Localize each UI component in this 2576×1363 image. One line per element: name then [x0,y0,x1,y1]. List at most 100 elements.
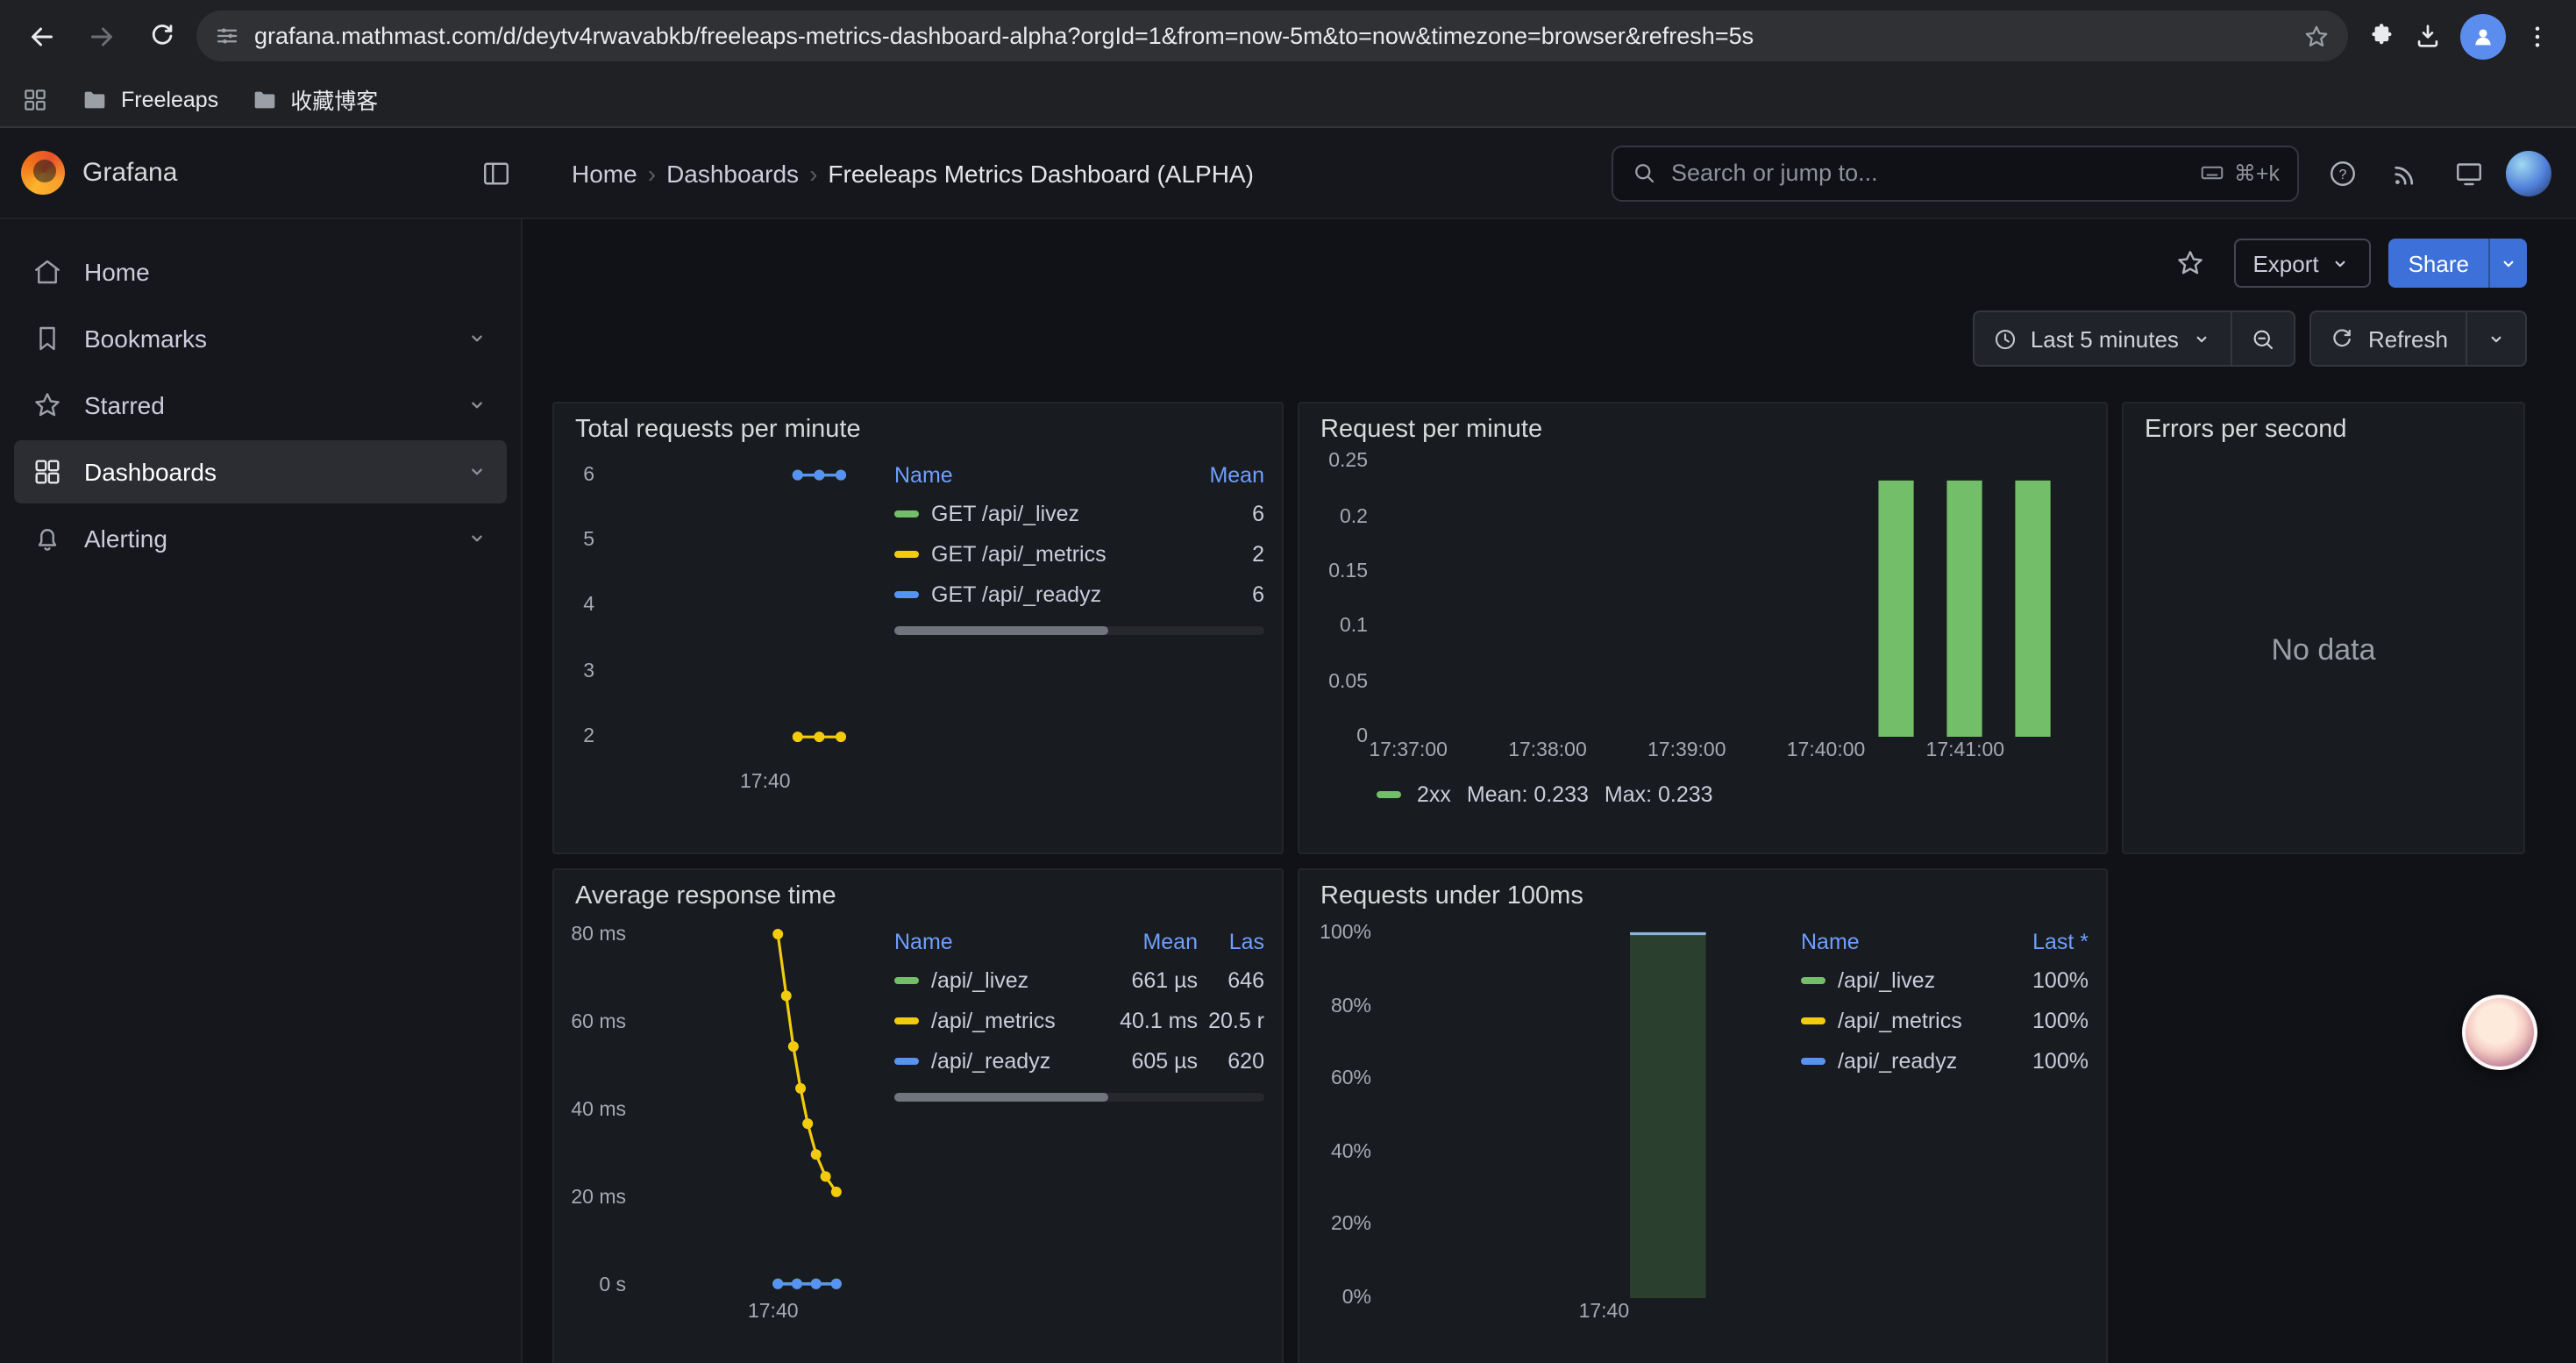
panel-title[interactable]: Requests under 100ms [1299,870,2106,916]
sidebar-item-dashboards[interactable]: Dashboards [14,440,507,503]
reload-button[interactable] [137,11,186,61]
panel-title[interactable]: Average response time [554,870,1282,916]
legend-row[interactable]: /api/_metrics 100% [1801,1000,2089,1040]
bookmarks-bar: Freeleaps 收藏博客 [0,72,2576,128]
refresh-button[interactable]: Refresh [2312,312,2466,365]
axis-tick: 0 [1356,724,1368,749]
panel-title[interactable]: Errors per second [2124,403,2523,449]
monitor-icon [2453,157,2485,189]
legend-row[interactable]: /api/_readyz 100% [1801,1040,2089,1081]
legend-table: Name Mean Las /api/_livez 661 µs 646 [873,923,1268,1363]
axis-tick: 17:37:00 [1369,740,1448,761]
legend-row[interactable]: /api/_livez 661 µs 646 [894,960,1264,1000]
sidebar-item-starred[interactable]: Starred [14,374,507,437]
legend-header-mean[interactable]: Mean [1092,930,1198,954]
refresh-interval-button[interactable] [2466,312,2525,365]
legend-scrollbar[interactable] [894,1093,1264,1102]
help-button[interactable]: ? [2316,146,2369,199]
y-axis: 100%80%60%40%20%0% [1310,923,1380,1298]
chevron-down-icon [2191,327,2214,350]
legend-row[interactable]: GET /api/_metrics 2 [894,533,1264,574]
legend-mean: Mean: 0.233 [1467,782,1589,807]
time-range-picker[interactable]: Last 5 minutes [1975,312,2231,365]
chevron-down-icon[interactable] [465,326,489,351]
legend-row[interactable]: /api/_livez 100% [1801,960,2089,1000]
bookmark-star-icon[interactable] [2302,22,2330,50]
axis-tick: 0.1 [1340,615,1368,639]
sidebar-item-home[interactable]: Home [14,240,507,303]
legend-header-name[interactable]: Name [894,930,1092,954]
favorite-button[interactable] [2163,237,2216,289]
axis-tick: 17:38:00 [1508,740,1587,761]
chevron-right-icon: › [809,159,817,187]
news-button[interactable] [2380,146,2432,199]
sidebar-item-bookmarks[interactable]: Bookmarks [14,307,507,370]
legend-series-2xx[interactable]: 2xx [1417,782,1451,807]
user-avatar[interactable] [2506,150,2551,196]
search-icon [1631,160,1657,186]
back-icon [26,20,58,52]
legend-max: Max: 0.233 [1605,782,1713,807]
folder-icon [250,85,278,113]
breadcrumb-home[interactable]: Home [572,159,637,187]
panel-requests-under-100ms: Requests under 100ms 100%80%60%40%20%0% … [1298,868,2108,1363]
legend-row[interactable]: GET /api/_readyz 6 [894,574,1264,614]
panel-title[interactable]: Total requests per minute [554,403,1282,449]
chevron-down-icon[interactable] [465,393,489,417]
breadcrumb-current: Freeleaps Metrics Dashboard (ALPHA) [828,159,1254,187]
legend-header-name[interactable]: Name [1801,930,1997,954]
series-swatch-yellow [894,550,919,557]
share-button[interactable]: Share [2389,239,2488,288]
panel-title[interactable]: Request per minute [1299,403,2106,449]
panel-total-requests: Total requests per minute 65432 17:40 [552,402,1284,854]
browser-profile-avatar[interactable] [2460,13,2506,59]
zoom-out-button[interactable] [2231,312,2295,365]
legend: 2xx Mean: 0.233 Max: 0.233 [1317,782,2081,807]
back-button[interactable] [18,11,67,61]
request-per-minute-chart[interactable] [1377,460,2081,737]
series-swatch-green [894,510,919,517]
extensions-button[interactable] [2366,21,2395,51]
axis-tick: 0.25 [1328,450,1368,475]
display-button[interactable] [2443,146,2495,199]
legend-row[interactable]: GET /api/_livez 6 [894,493,1264,533]
site-info-icon[interactable] [214,23,240,49]
reload-icon [146,21,176,51]
bookmark-item-freeleaps[interactable]: Freeleaps [81,85,218,113]
forward-button[interactable] [77,11,126,61]
avg-response-chart[interactable] [635,923,873,1298]
browser-menu-button[interactable] [2523,22,2551,50]
legend-header-mean[interactable]: Mean [1184,463,1264,488]
y-axis: 0.250.20.150.10.050 [1317,460,1377,737]
legend-row[interactable]: /api/_readyz 605 µs 620 [894,1040,1264,1081]
axis-tick: 5 [583,528,594,553]
legend-header-last[interactable]: Las [1198,930,1264,954]
grafana-logo[interactable] [21,151,65,195]
axis-tick: 0% [1342,1286,1371,1310]
bookmark-item-blogs[interactable]: 收藏博客 [250,82,378,116]
url-bar[interactable]: grafana.mathmast.com/d/deytv4rwavabkb/fr… [196,11,2348,61]
chart-canvas [1380,923,1780,1298]
export-button[interactable]: Export [2233,239,2371,288]
axis-tick: 100% [1320,921,1371,946]
bell-icon [32,523,63,554]
sidebar-collapse-button[interactable] [470,146,523,199]
share-menu-button[interactable] [2488,239,2527,288]
axis-tick: 17:40 [1579,1302,1630,1323]
legend-row[interactable]: /api/_metrics 40.1 ms 20.5 r [894,1000,1264,1040]
legend-header-last[interactable]: Last * [1997,930,2089,954]
legend-table: Name Mean GET /api/_livez 6 GET /api/_me… [873,456,1268,853]
chevron-down-icon[interactable] [465,526,489,551]
under-100ms-chart[interactable] [1380,923,1780,1298]
downloads-button[interactable] [2413,21,2443,51]
chevron-down-icon[interactable] [465,460,489,484]
chevron-right-icon: › [648,159,656,187]
apps-grid-button[interactable] [21,85,49,113]
floating-avatar[interactable] [2462,995,2537,1070]
legend-header-name[interactable]: Name [894,463,1184,488]
breadcrumb-dashboards[interactable]: Dashboards [666,159,799,187]
sidebar-item-alerting[interactable]: Alerting [14,507,507,570]
search-input[interactable]: Search or jump to... ⌘+k [1612,145,2299,201]
legend-scrollbar[interactable] [894,626,1264,635]
total-requests-chart[interactable] [603,456,873,768]
